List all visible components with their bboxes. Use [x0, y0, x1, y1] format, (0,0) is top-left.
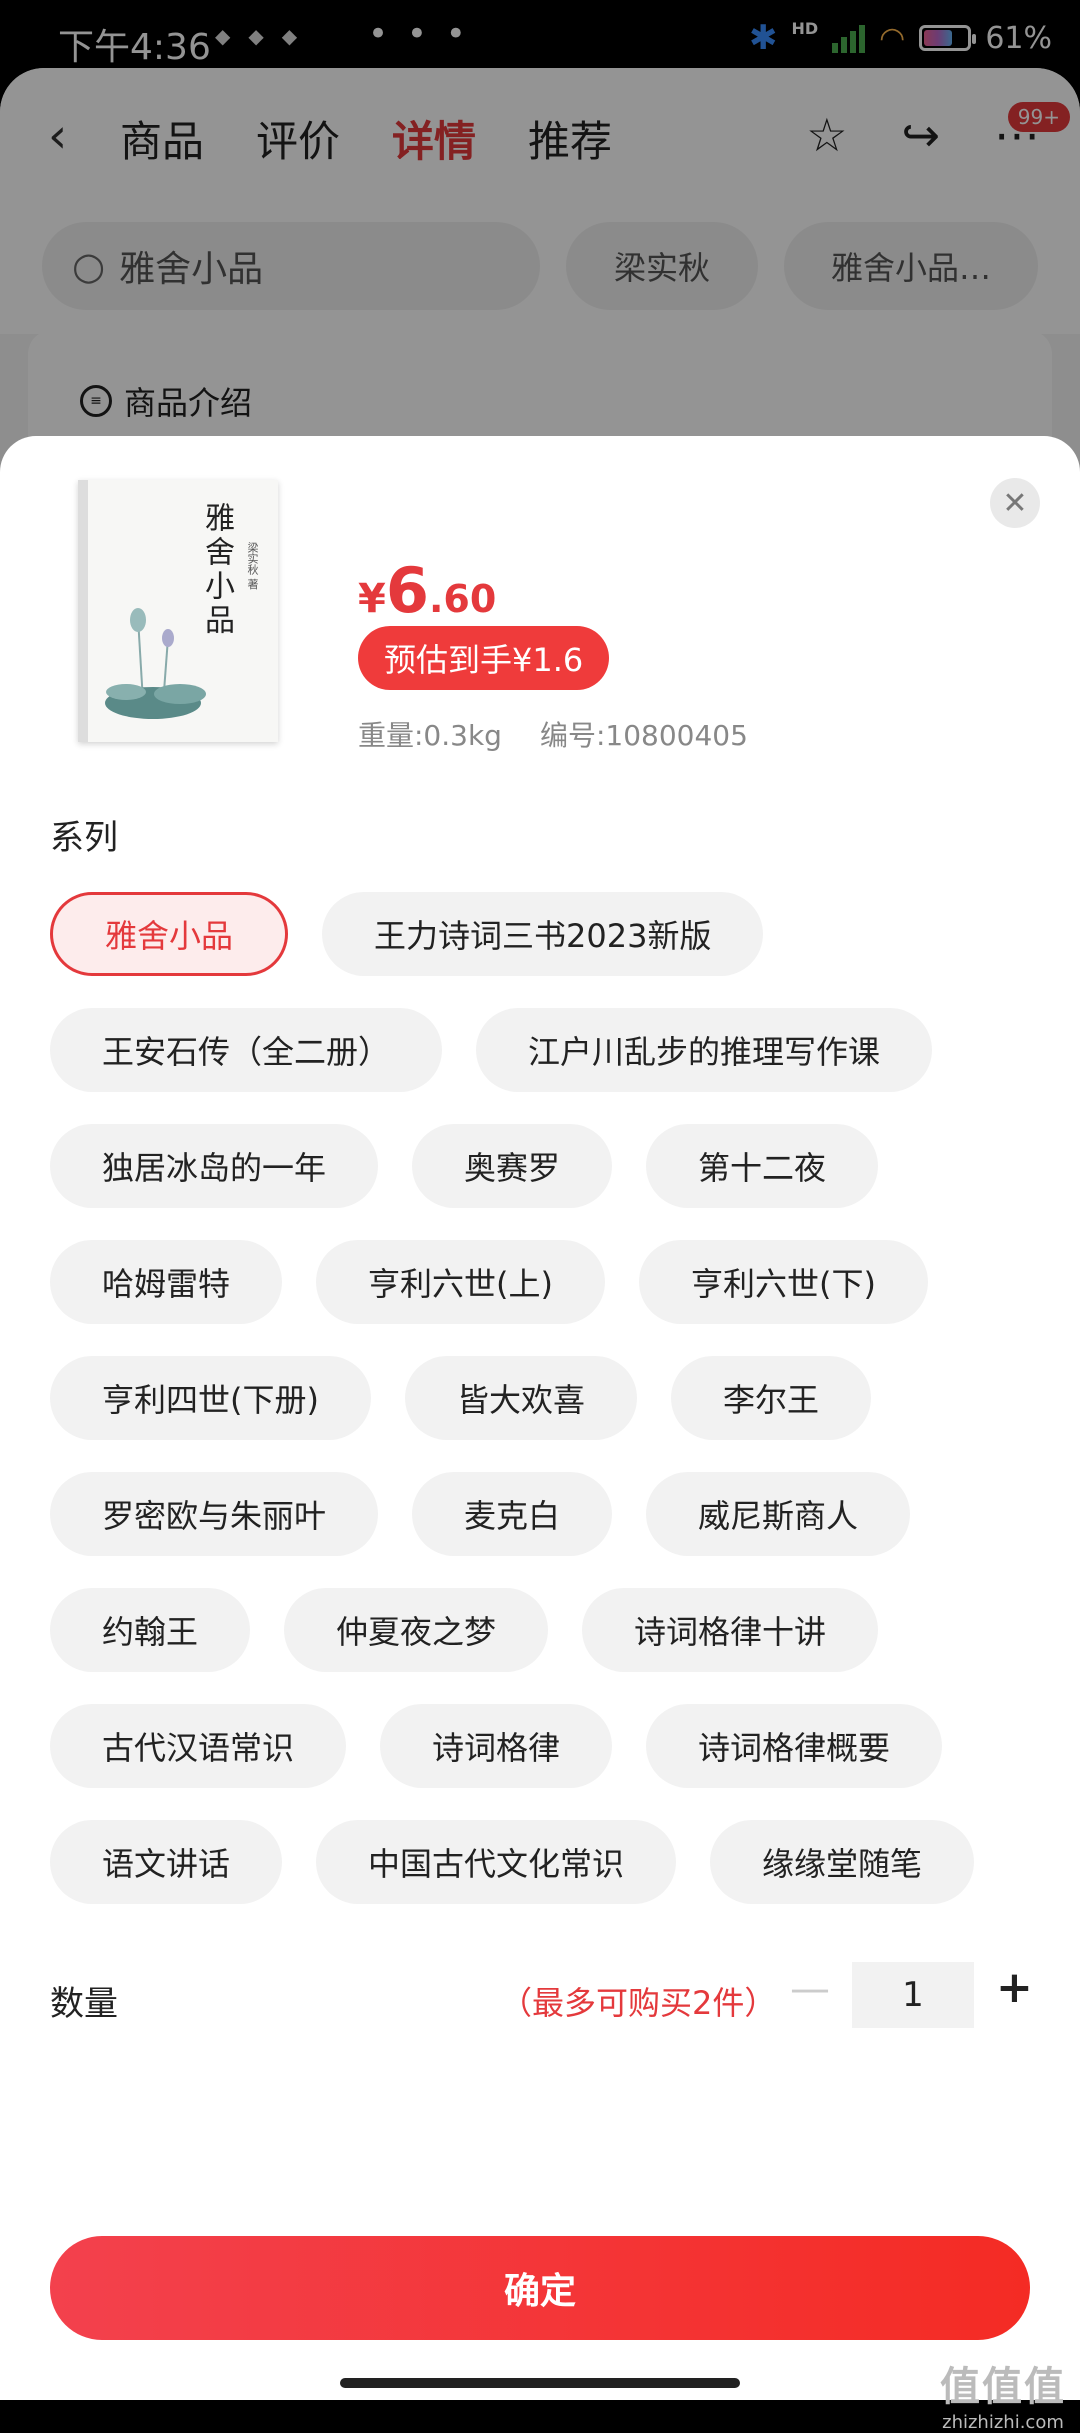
series-option-chip[interactable]: 哈姆雷特	[50, 1240, 283, 1324]
series-option-chip[interactable]: 麦克白	[412, 1472, 613, 1556]
series-option-chip[interactable]: 江户川乱步的推理写作课	[476, 1008, 933, 1092]
decrease-button[interactable]: —	[790, 1966, 830, 2012]
series-label: 系列	[50, 818, 118, 858]
series-option-chip[interactable]: 威尼斯商人	[646, 1472, 911, 1556]
series-option-chip[interactable]: 罗密欧与朱丽叶	[50, 1472, 379, 1556]
close-icon[interactable]: ✕	[990, 478, 1040, 528]
series-options: 雅舍小品 王力诗词三书2023新版王安石传（全二册） 江户川乱步的推理写作课独居冰岛…	[50, 892, 1050, 1904]
product-meta: 重量:0.3kg 编号:10800405	[358, 714, 748, 754]
series-option-chip[interactable]: 李尔王	[671, 1356, 872, 1440]
sku-number: 编号:10800405	[539, 719, 748, 752]
series-option-chip[interactable]: 约翰王	[50, 1588, 251, 1672]
weight-text: 重量:0.3kg	[358, 719, 502, 752]
series-option-chip[interactable]: 王安石传（全二册）	[50, 1008, 443, 1092]
price-symbol: ¥	[358, 576, 386, 622]
series-option-chip[interactable]: 雅舍小品	[50, 892, 289, 976]
price-integer: 6	[385, 554, 429, 627]
increase-button[interactable]: +	[996, 1962, 1033, 2013]
product-cover-image: 雅舍小品 梁实秋 著	[78, 480, 278, 742]
series-option-chip[interactable]: 中国古代文化常识	[316, 1820, 677, 1904]
series-option-chip[interactable]: 皆大欢喜	[404, 1356, 637, 1440]
series-option-chip[interactable]: 古代汉语常识	[50, 1704, 347, 1788]
quantity-label: 数量	[50, 1984, 118, 2024]
price-decimal: .60	[428, 577, 497, 621]
series-option-chip[interactable]: 诗词格律	[380, 1704, 613, 1788]
confirm-button[interactable]: 确定	[50, 2236, 1030, 2340]
series-option-chip[interactable]: 独居冰岛的一年	[50, 1124, 379, 1208]
series-option-chip[interactable]: 奥赛罗	[412, 1124, 613, 1208]
watermark-url: zhizhizhi.com	[942, 2412, 1064, 2433]
watermark-logo: 值值值	[940, 2364, 1066, 2410]
series-option-chip[interactable]: 仲夏夜之梦	[284, 1588, 549, 1672]
quantity-input[interactable]: 1	[852, 1962, 974, 2028]
series-option-chip[interactable]: 语文讲话	[50, 1820, 283, 1904]
quantity-row: 数量 （最多可购买2件） — 1 +	[50, 1962, 1033, 2032]
series-option-chip[interactable]: 第十二夜	[646, 1124, 879, 1208]
series-option-chip[interactable]: 王力诗词三书2023新版	[322, 892, 764, 976]
series-option-chip[interactable]: 亨利六世(上)	[316, 1240, 605, 1324]
series-option-chip[interactable]: 诗词格律十讲	[582, 1588, 879, 1672]
sku-selector-sheet: ✕ 雅舍小品 梁实秋 著 ¥6.60 预估到手¥1.6 重量:0.3kg 编号:…	[0, 436, 1080, 2433]
lotus-illustration	[105, 608, 206, 719]
series-option-chip[interactable]: 亨利四世(下册)	[50, 1356, 371, 1440]
home-indicator[interactable]	[340, 2378, 740, 2388]
watermark: 值值值 zhizhizhi.com	[940, 2354, 1066, 2433]
series-option-chip[interactable]: 亨利六世(下)	[639, 1240, 928, 1324]
series-option-chip[interactable]: 诗词格律概要	[646, 1704, 943, 1788]
estimated-price-badge: 预估到手¥1.6	[358, 626, 610, 690]
purchase-limit: （最多可购买2件）	[500, 1984, 777, 2022]
series-option-chip[interactable]: 缘缘堂随笔	[710, 1820, 975, 1904]
price: ¥6.60	[358, 554, 496, 627]
cover-author: 梁实秋 著	[246, 542, 259, 590]
